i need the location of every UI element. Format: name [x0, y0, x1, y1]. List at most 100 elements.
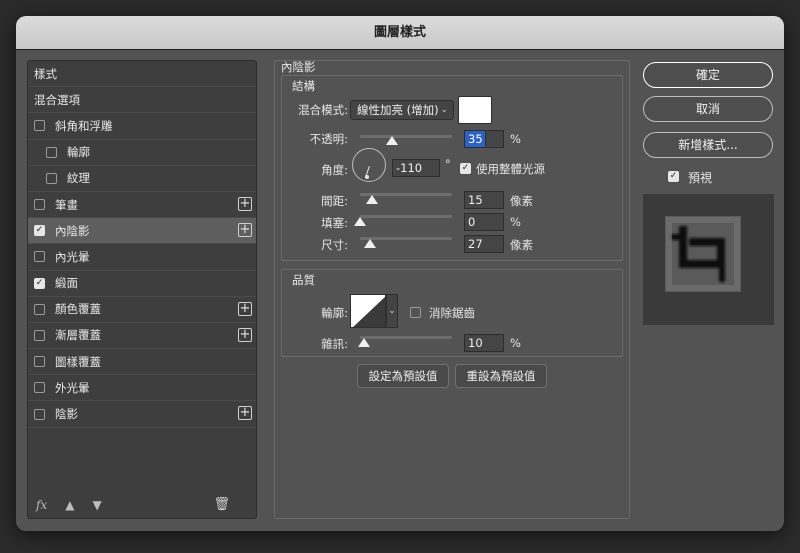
add-instance-icon[interactable]: +	[238, 301, 252, 316]
crop-icon	[666, 217, 740, 291]
angle-dot	[365, 175, 369, 179]
style-list-item[interactable]: 筆畫 +	[28, 192, 256, 219]
opacity-slider-thumb[interactable]	[386, 136, 399, 145]
choke-label: 填塞:	[321, 216, 348, 230]
structure-title: 結構	[292, 79, 315, 93]
add-instance-icon[interactable]: +	[238, 327, 252, 342]
distance-label: 間距:	[321, 194, 348, 208]
distance-slider-thumb[interactable]	[366, 195, 378, 204]
global-light-checkbox[interactable]: ✓	[460, 163, 471, 174]
style-list-item[interactable]: 輪廓	[28, 140, 256, 166]
arrow-up-icon[interactable]: ▲	[65, 498, 74, 512]
style-list-item-label: 混合選項	[34, 92, 80, 107]
contour-picker[interactable]	[350, 294, 386, 328]
style-list-item-label: 內陰影	[55, 223, 90, 238]
size-field[interactable]: 27	[464, 235, 504, 253]
blend-mode-select[interactable]: 線性加亮 (增加) ⌄	[350, 100, 454, 120]
preview-checkbox[interactable]: ✓	[668, 171, 679, 182]
style-preview	[643, 194, 774, 325]
antialias-checkbox[interactable]	[410, 307, 421, 318]
style-list-item[interactable]: 斜角和浮雕	[28, 113, 256, 140]
size-slider-thumb[interactable]	[364, 239, 376, 248]
chevron-down-icon: ⌄	[440, 105, 448, 115]
fx-button[interactable]: fx	[36, 498, 47, 512]
noise-label: 雜訊:	[321, 337, 348, 351]
angle-dial[interactable]	[352, 148, 386, 182]
quality-title: 品質	[292, 273, 315, 287]
cancel-button[interactable]: 取消	[643, 96, 773, 122]
ok-button[interactable]: 確定	[643, 62, 773, 88]
contour-dropdown[interactable]: ⌄	[386, 294, 398, 328]
opacity-unit: %	[510, 132, 521, 146]
style-checkbox[interactable]: ✓	[34, 277, 45, 289]
shadow-color-swatch[interactable]	[458, 96, 492, 124]
style-checkbox[interactable]	[34, 329, 45, 341]
distance-unit: 像素	[510, 194, 533, 208]
size-unit: 像素	[510, 238, 533, 252]
style-list-footer: fx ▲ ▼ 🗑	[28, 492, 256, 518]
preview-swatch	[665, 216, 741, 292]
reset-default-button[interactable]: 重設為預設值	[455, 364, 547, 388]
trash-icon[interactable]: 🗑	[213, 497, 230, 512]
style-list-item-label: 輪廓	[67, 145, 90, 160]
style-list-item[interactable]: 漸層覆蓋 +	[28, 323, 256, 350]
arrow-down-icon[interactable]: ▼	[92, 498, 101, 512]
angle-unit: °	[445, 157, 451, 171]
choke-slider-thumb[interactable]	[354, 217, 366, 226]
style-list-item-label: 樣式	[34, 66, 57, 81]
style-checkbox[interactable]	[34, 382, 45, 394]
style-list-item[interactable]: 紋理	[28, 166, 256, 192]
style-list-item-label: 外光暈	[55, 380, 90, 395]
noise-field[interactable]: 10	[464, 334, 504, 352]
style-list-item-label: 內光暈	[55, 249, 90, 264]
noise-slider[interactable]	[360, 336, 452, 339]
angle-label: 角度:	[321, 163, 348, 177]
opacity-field[interactable]: 35	[464, 130, 504, 148]
layer-style-dialog: 圖層樣式 樣式 混合選項 斜角和浮雕 輪廓 紋理 筆畫 + ✓ 內陰影 + 內光暈 ✓ 緞面 顏色覆蓋 + 漸…	[16, 16, 784, 531]
style-list-item[interactable]: ✓ 緞面	[28, 271, 256, 297]
choke-slider[interactable]	[360, 215, 452, 218]
add-instance-icon[interactable]: +	[238, 196, 252, 211]
style-checkbox[interactable]	[34, 251, 45, 263]
style-checkbox[interactable]	[34, 303, 45, 315]
add-instance-icon[interactable]: +	[238, 406, 252, 421]
style-checkbox[interactable]	[34, 199, 45, 211]
style-checkbox[interactable]: ✓	[34, 225, 45, 237]
opacity-label: 不透明:	[309, 132, 348, 146]
style-list-item[interactable]: 圖樣覆蓋	[28, 349, 256, 376]
style-list-item[interactable]: 陰影 +	[28, 401, 256, 428]
add-instance-icon[interactable]: +	[238, 223, 252, 238]
style-list-item[interactable]: ✓ 內陰影 +	[28, 218, 256, 245]
style-list-item-label: 漸層覆蓋	[55, 328, 101, 343]
style-checkbox[interactable]	[46, 172, 57, 184]
style-list-item[interactable]: 內光暈	[28, 244, 256, 271]
style-checkbox[interactable]	[34, 120, 45, 132]
angle-field[interactable]: -110	[392, 159, 440, 177]
style-list-item-label: 顏色覆蓋	[55, 302, 101, 317]
size-label: 尺寸:	[321, 238, 348, 252]
style-list-item[interactable]: 顏色覆蓋 +	[28, 297, 256, 323]
style-checkbox[interactable]	[34, 408, 45, 420]
choke-field[interactable]: 0	[464, 213, 504, 231]
style-checkbox[interactable]	[34, 356, 45, 368]
style-list-item[interactable]: 樣式	[28, 61, 256, 88]
dialog-title: 圖層樣式	[16, 16, 784, 50]
noise-slider-thumb[interactable]	[358, 338, 370, 347]
global-light-label: 使用整體光源	[476, 162, 545, 176]
opacity-value[interactable]: 35	[464, 130, 486, 148]
noise-unit: %	[510, 336, 521, 350]
style-list-panel: 樣式混合選項斜角和浮雕輪廓紋理 筆畫 + ✓ 內陰影 + 內光暈 ✓ 緞面顏色覆蓋 + 漸層覆蓋 + 圖…	[27, 60, 257, 519]
blend-mode-label: 混合模式:	[298, 103, 348, 117]
choke-unit: %	[510, 215, 521, 229]
new-style-button[interactable]: 新增樣式...	[643, 132, 773, 158]
style-list-item-label: 斜角和浮雕	[55, 118, 113, 133]
blend-mode-value: 線性加亮 (增加)	[357, 103, 439, 117]
set-default-button[interactable]: 設定為預設值	[357, 364, 449, 388]
opacity-slider[interactable]	[360, 135, 452, 138]
style-list-item[interactable]: 混合選項	[28, 87, 256, 114]
style-list-item[interactable]: 外光暈	[28, 375, 256, 402]
contour-curve-icon	[353, 296, 385, 327]
distance-field[interactable]: 15	[464, 191, 504, 209]
contour-label: 輪廓:	[321, 306, 348, 320]
style-checkbox[interactable]	[46, 146, 57, 158]
